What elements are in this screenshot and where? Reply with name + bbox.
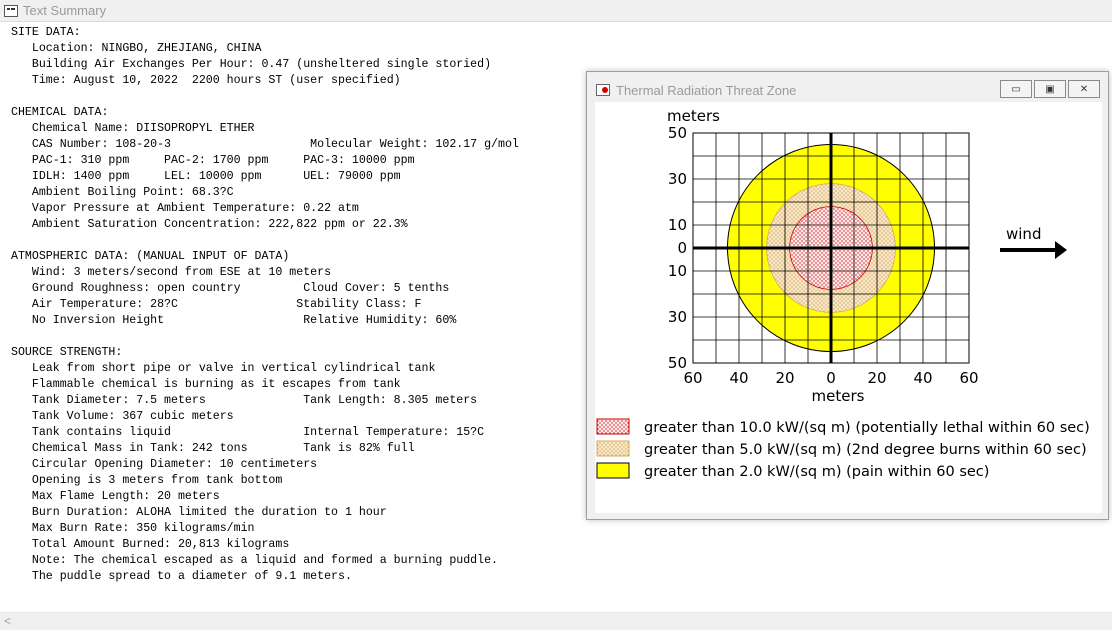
summary-line: The puddle spread to a diameter of 9.1 m…: [11, 570, 352, 583]
x-tick-label: 60: [683, 369, 702, 387]
y-tick-label: 30: [668, 170, 687, 188]
threat-zone-plot-area: 50 30 10 0 10 30 50 60 40 20 0 20 40 60 meters meters wi…: [595, 102, 1102, 513]
y-tick-label: 0: [677, 239, 687, 257]
summary-line: Opening is 3 meters from tank bottom: [11, 474, 283, 487]
summary-line: [11, 233, 519, 249]
summary-line: Building Air Exchanges Per Hour: 0.47 (u…: [11, 58, 492, 71]
minimize-button[interactable]: ▭: [1000, 80, 1032, 98]
summary-line: Burn Duration: ALOHA limited the duratio…: [11, 506, 387, 519]
x-tick-label: 20: [867, 369, 886, 387]
summary-line: Chemical Name: DIISOPROPYL ETHER: [11, 122, 255, 135]
wind-label: wind: [1006, 225, 1041, 243]
summary-line: Flammable chemical is burning as it esca…: [11, 378, 401, 391]
x-tick-label: 20: [775, 369, 794, 387]
summary-line: Time: August 10, 2022 2200 hours ST (use…: [11, 74, 401, 87]
legend-label: greater than 5.0 kW/(sq m) (2nd degree b…: [644, 442, 1087, 458]
summary-line: [11, 329, 519, 345]
summary-line: Ambient Boiling Point: 68.3?C: [11, 186, 234, 199]
legend-swatch: [596, 462, 630, 479]
summary-line: Note: The chemical escaped as a liquid a…: [11, 554, 499, 567]
summary-line: Max Flame Length: 20 meters: [11, 490, 220, 503]
summary-line: Tank Diameter: 7.5 meters Tank Length: 8…: [11, 394, 478, 407]
text-summary-content: SITE DATA: Location: NINGBO, ZHEJIANG, C…: [11, 25, 519, 585]
summary-line: Tank contains liquid Internal Temperatur…: [11, 426, 485, 439]
summary-line: SOURCE STRENGTH:: [11, 346, 123, 359]
x-axis-title: meters: [812, 387, 865, 405]
threat-zone-app-icon: [596, 84, 610, 96]
legend-swatch: [596, 418, 630, 435]
threat-zone-chart: 503010010305060 40 20 0 20 40 60metersmeterswi…: [596, 107, 1090, 480]
summary-line: Circular Opening Diameter: 10 centimeter…: [11, 458, 318, 471]
legend-label: greater than 10.0 kW/(sq m) (potentially…: [644, 420, 1090, 436]
summary-line: Total Amount Burned: 20,813 kilograms: [11, 538, 290, 551]
summary-line: [11, 89, 519, 105]
summary-line: CAS Number: 108-20-3 Molecular Weight: 1…: [11, 138, 519, 151]
summary-line: Leak from short pipe or valve in vertica…: [11, 362, 436, 375]
scroll-left-arrow-icon[interactable]: <: [4, 614, 11, 628]
wind-arrow-icon: [1055, 241, 1067, 259]
summary-line: Max Burn Rate: 350 kilograms/min: [11, 522, 255, 535]
main-title-bar: Text Summary: [0, 0, 1112, 22]
summary-line: SITE DATA:: [11, 26, 81, 39]
x-tick-label: 0: [826, 369, 836, 387]
summary-line: CHEMICAL DATA:: [11, 106, 109, 119]
summary-line: Vapor Pressure at Ambient Temperature: 0…: [11, 202, 359, 215]
x-tick-label: 40: [913, 369, 932, 387]
summary-line: Location: NINGBO, ZHEJIANG, CHINA: [11, 42, 262, 55]
y-tick-label: 50: [668, 124, 687, 142]
summary-line: No Inversion Height Relative Humidity: 6…: [11, 314, 457, 327]
legend-swatch: [596, 440, 630, 457]
summary-line: Ground Roughness: open country Cloud Cov…: [11, 282, 450, 295]
text-summary-app-icon: [4, 4, 18, 17]
main-window-title: Text Summary: [23, 3, 107, 18]
summary-line: Tank Volume: 367 cubic meters: [11, 410, 234, 423]
summary-line: ATMOSPHERIC DATA: (MANUAL INPUT OF DATA): [11, 250, 290, 263]
x-tick-label: 40: [729, 369, 748, 387]
thermal-radiation-window[interactable]: Thermal Radiation Threat Zone ▭ ▣ ✕ 503: [586, 71, 1109, 520]
legend-label: greater than 2.0 kW/(sq m) (pain within …: [644, 464, 989, 480]
restore-button[interactable]: ▣: [1034, 80, 1066, 98]
y-tick-label: 10: [668, 216, 687, 234]
summary-line: Wind: 3 meters/second from ESE at 10 met…: [11, 266, 332, 279]
thermal-window-title: Thermal Radiation Threat Zone: [616, 82, 797, 98]
summary-line: Ambient Saturation Concentration: 222,82…: [11, 218, 408, 231]
summary-line: PAC-1: 310 ppm PAC-2: 1700 ppm PAC-3: 10…: [11, 154, 415, 167]
summary-line: Chemical Mass in Tank: 242 tons Tank is …: [11, 442, 415, 455]
x-tick-label: 60: [959, 369, 978, 387]
horizontal-scrollbar[interactable]: <: [0, 612, 1112, 630]
close-button[interactable]: ✕: [1068, 80, 1100, 98]
y-axis-title: meters: [667, 107, 720, 125]
y-tick-label: 30: [668, 308, 687, 326]
summary-line: IDLH: 1400 ppm LEL: 10000 ppm UEL: 79000…: [11, 170, 401, 183]
summary-line: Air Temperature: 28?C Stability Class: F: [11, 298, 422, 311]
y-tick-label: 10: [668, 262, 687, 280]
